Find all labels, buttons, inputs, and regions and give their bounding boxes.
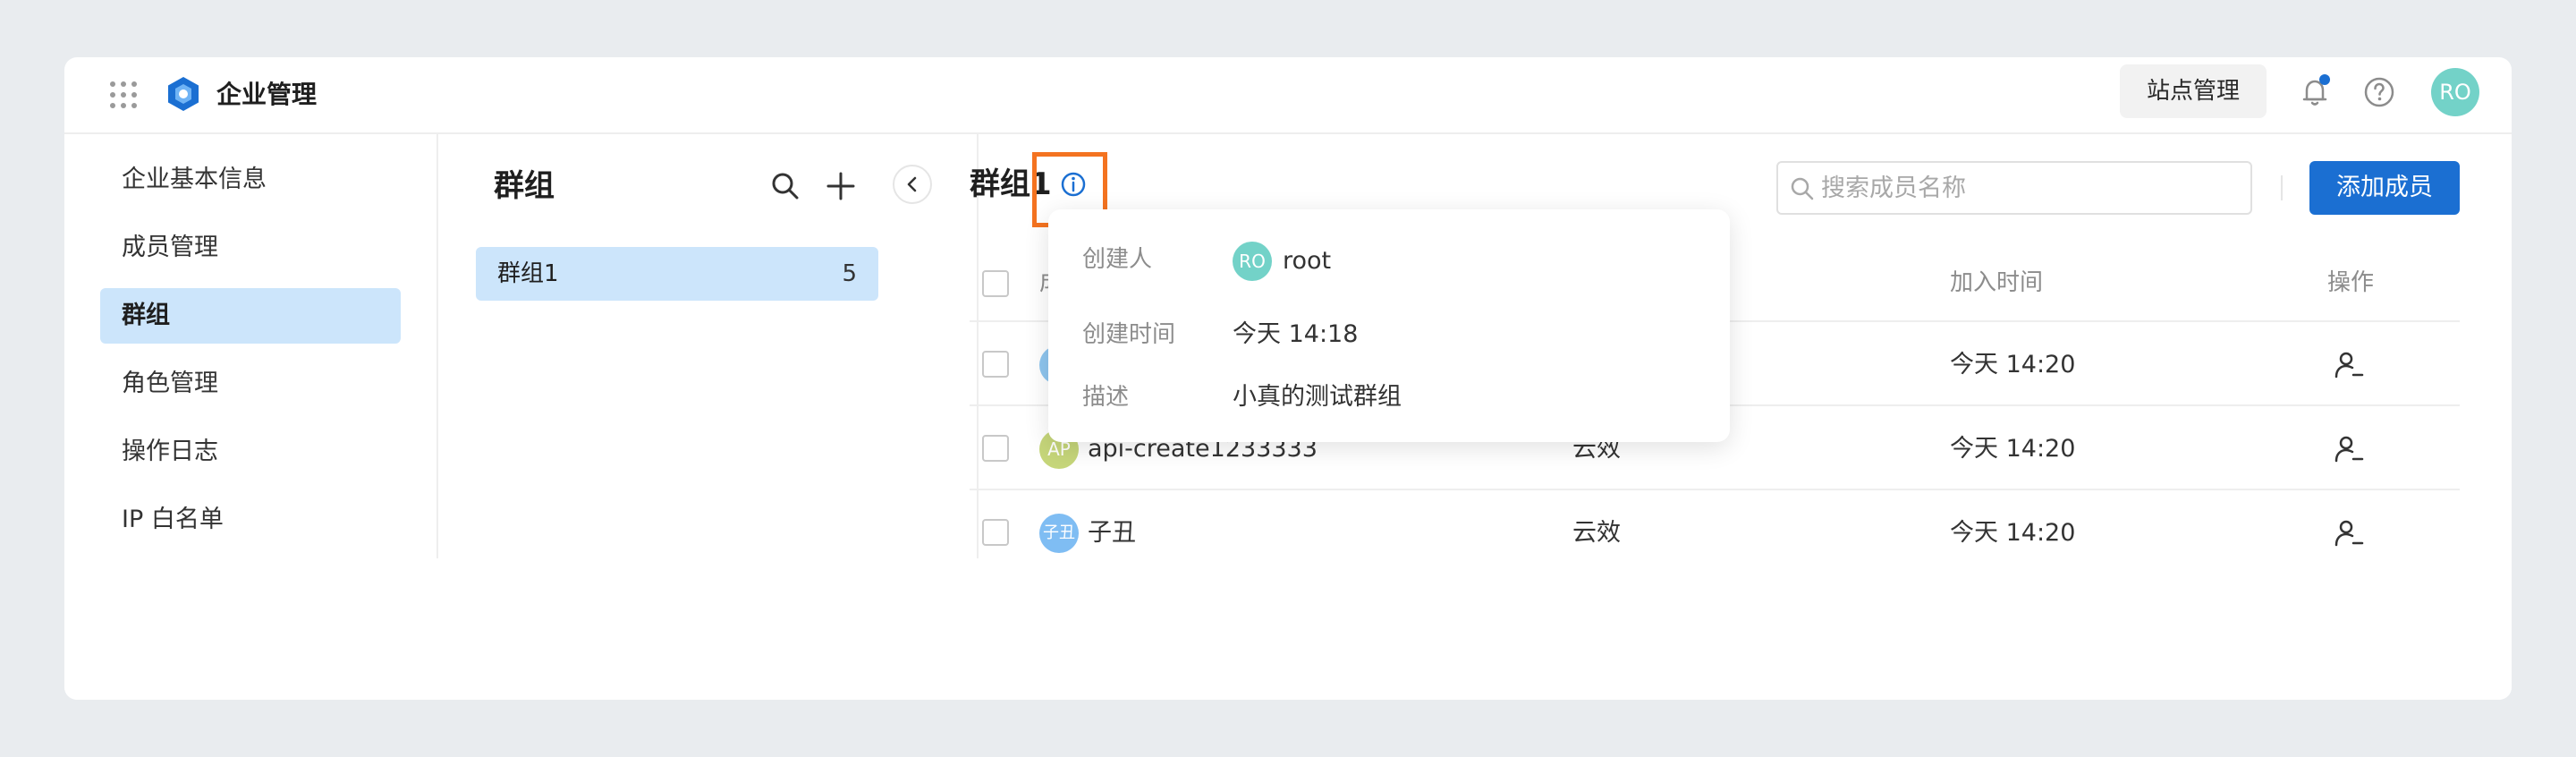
group-panel-title: 群组 xyxy=(494,168,555,204)
sidebar-item-enterprise-info[interactable]: 企业基本信息 xyxy=(100,152,401,208)
row-checkbox[interactable] xyxy=(982,519,1009,546)
column-header-actions: 操作 xyxy=(2327,269,2375,296)
creator-name: root xyxy=(1283,247,1332,275)
remove-member-icon[interactable] xyxy=(2333,517,2365,549)
member-joined-time: 今天 14:20 xyxy=(1950,435,2076,463)
user-avatar[interactable]: RO xyxy=(2431,68,2479,116)
add-member-button[interactable]: 添加成员 xyxy=(2309,161,2460,215)
remove-member-icon[interactable] xyxy=(2333,433,2365,465)
sidebar-item-ip-whitelist[interactable]: IP 白名单 xyxy=(100,492,401,548)
site-admin-button[interactable]: 站点管理 xyxy=(2120,64,2267,118)
member-joined-time: 今天 14:20 xyxy=(1950,519,2076,547)
app-title: 企业管理 xyxy=(216,80,318,109)
member-joined-time: 今天 14:20 xyxy=(1950,351,2076,378)
sidebar-item-operation-log[interactable]: 操作日志 xyxy=(100,424,401,480)
select-all-checkbox[interactable] xyxy=(982,270,1009,297)
created-time-value: 今天 14:18 xyxy=(1233,320,1359,348)
group-item-count: 5 xyxy=(842,260,857,287)
creator-label: 创建人 xyxy=(1082,246,1153,273)
divider xyxy=(2281,175,2283,200)
row-checkbox[interactable] xyxy=(982,435,1009,462)
content-blank-area xyxy=(64,558,2512,700)
member-search-input[interactable] xyxy=(1821,163,2241,213)
creator-avatar: RO xyxy=(1233,242,1272,281)
sidebar-item-members[interactable]: 成员管理 xyxy=(100,220,401,276)
sidebar-item-groups[interactable]: 群组 xyxy=(100,288,401,344)
collapse-panel-button[interactable] xyxy=(893,165,932,204)
table-divider xyxy=(970,489,2460,490)
top-bar: 企业管理 站点管理 RO xyxy=(64,57,2512,134)
description-value: 小真的测试群组 xyxy=(1233,383,1402,411)
notification-dot xyxy=(2319,74,2330,85)
group-list-item[interactable]: 群组1 5 xyxy=(476,247,878,301)
search-icon xyxy=(1791,177,1814,200)
group-item-name: 群组1 xyxy=(497,260,559,287)
sidebar-item-roles[interactable]: 角色管理 xyxy=(100,356,401,412)
column-header-joined: 加入时间 xyxy=(1950,269,2044,296)
member-name: 子丑 xyxy=(1088,519,1136,547)
row-checkbox[interactable] xyxy=(982,351,1009,378)
created-time-label: 创建时间 xyxy=(1082,321,1176,348)
description-label: 描述 xyxy=(1082,384,1130,411)
add-group-icon[interactable] xyxy=(823,168,859,204)
app-logo-icon xyxy=(168,77,199,111)
member-search-box[interactable] xyxy=(1776,161,2252,215)
sidebar: 企业基本信息 成员管理 群组 角色管理 操作日志 IP 白名单 xyxy=(64,134,438,558)
member-source: 云效 xyxy=(1572,519,1621,547)
notification-bell-icon[interactable] xyxy=(2295,72,2334,112)
chevron-left-icon xyxy=(907,176,917,192)
member-avatar: 子丑 xyxy=(1039,514,1079,553)
remove-member-icon[interactable] xyxy=(2333,349,2365,381)
help-icon[interactable] xyxy=(2360,72,2399,112)
search-icon[interactable] xyxy=(769,170,801,202)
enterprise-card: 企业管理 站点管理 RO 企业基本信息 成员管理 群组 角色管理 操作日志 IP… xyxy=(64,57,2512,700)
apps-grid-icon[interactable] xyxy=(106,77,141,113)
group-info-popover: 创建人 RO root 创建时间 今天 14:18 描述 小真的测试群组 xyxy=(1048,209,1730,442)
